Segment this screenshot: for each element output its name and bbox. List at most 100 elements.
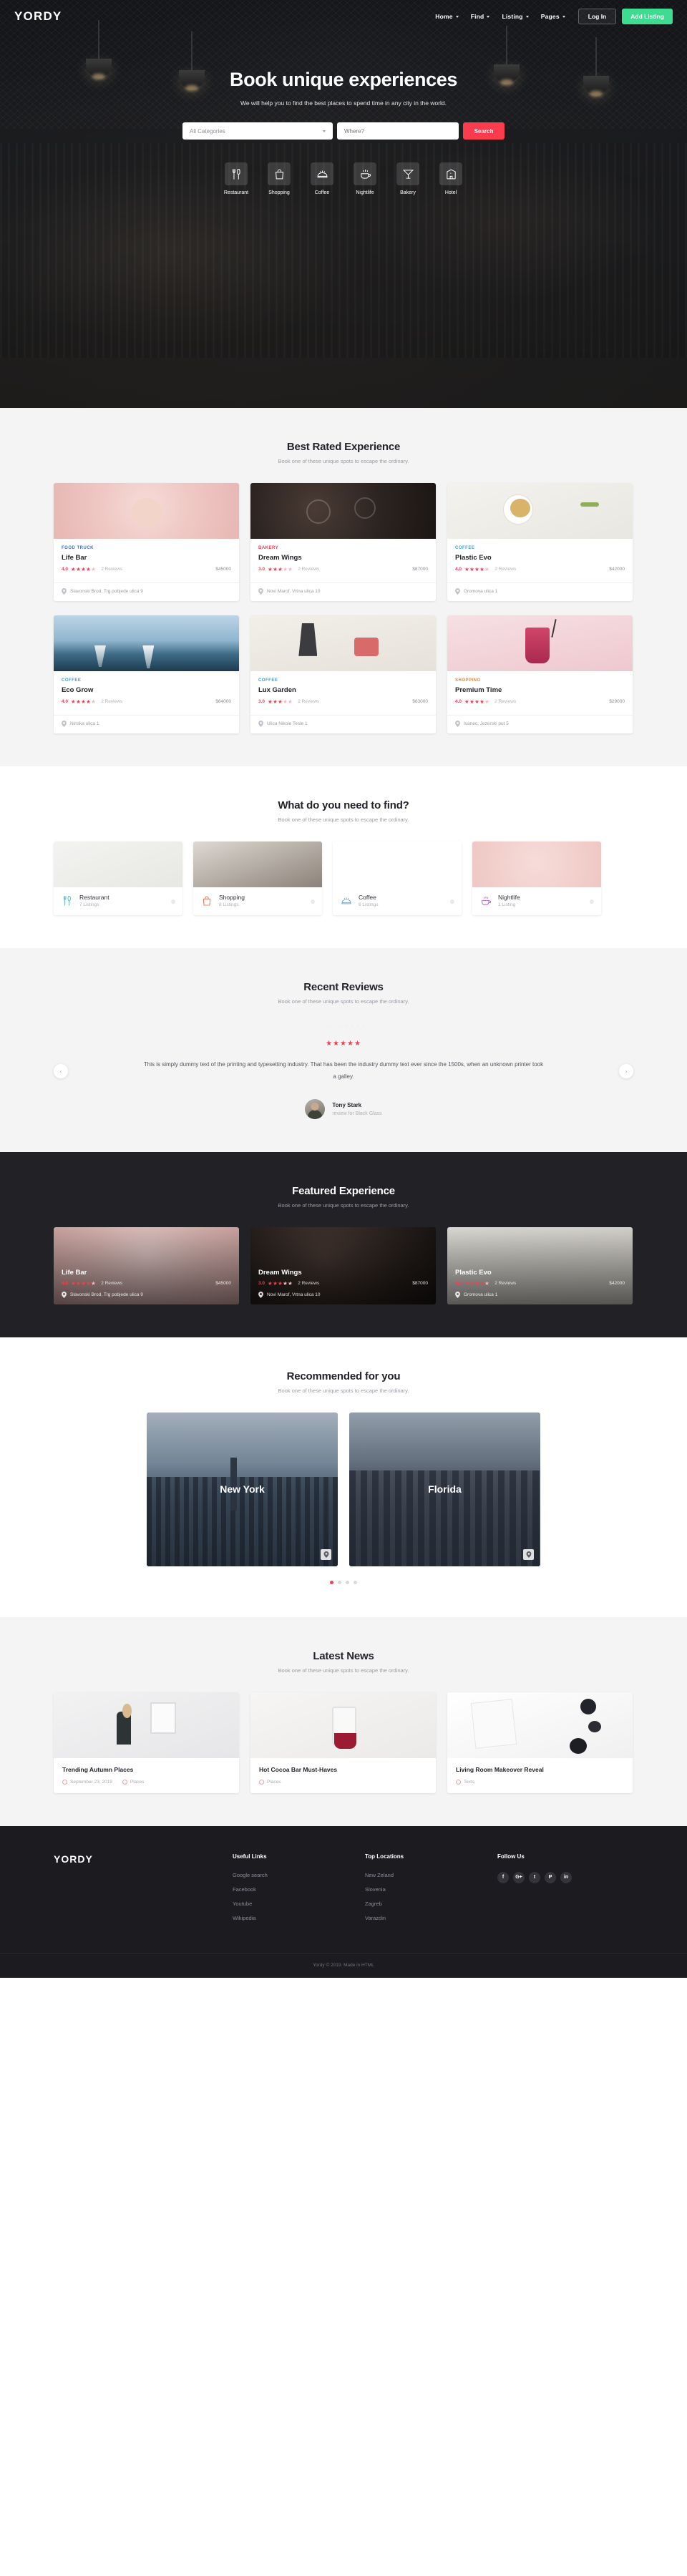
twitter-icon[interactable]: t bbox=[529, 1871, 540, 1883]
listing-stars: ★★★★★ bbox=[71, 566, 97, 572]
recommended-card-florida[interactable]: Florida bbox=[349, 1412, 540, 1566]
footer-link[interactable]: Facebook bbox=[233, 1886, 365, 1893]
featured-card[interactable]: Plastic Evo 4.0 ★★★★★ 2 Reviews $42000 G… bbox=[447, 1226, 633, 1304]
news-author-value: Places bbox=[130, 1779, 145, 1785]
footer-column-heading: Follow Us bbox=[497, 1853, 525, 1860]
category-card-coffee[interactable]: Coffee 6 Listings ◍ bbox=[333, 841, 462, 915]
featured-card[interactable]: Dream Wings 3.0 ★★★★★ 2 Reviews $87000 N… bbox=[250, 1226, 436, 1304]
category-card-nightlife[interactable]: Nightlife 1 Listing ◍ bbox=[472, 841, 601, 915]
nav-item-find[interactable]: Find bbox=[471, 13, 490, 20]
footer-link[interactable]: Zagreb bbox=[365, 1901, 497, 1907]
listing-name: Premium Time bbox=[455, 686, 502, 694]
category-card-badge-icon: ◍ bbox=[310, 899, 315, 904]
category-shortcut-hotel[interactable]: Hotel bbox=[434, 162, 467, 195]
shopping-bag-icon bbox=[268, 162, 291, 185]
category-card-restaurant[interactable]: Restaurant 7 Listings ◍ bbox=[54, 841, 182, 915]
carousel-prev-button[interactable]: ‹ bbox=[54, 1063, 68, 1078]
listing-card[interactable]: FOOD TRUCK Life Bar 4.0 ★★★★★ 2 Reviews … bbox=[54, 483, 239, 601]
listing-stars: ★★★★★ bbox=[464, 698, 490, 705]
footer-link[interactable]: Wikipedia bbox=[233, 1915, 365, 1921]
map-pin-icon bbox=[258, 721, 263, 727]
footer-link[interactable]: Youtube bbox=[233, 1901, 365, 1907]
category-shortcut-bakery[interactable]: Bakery bbox=[391, 162, 424, 195]
pinterest-icon[interactable]: P bbox=[545, 1871, 556, 1883]
category-shortcut-nightlife[interactable]: Nightlife bbox=[349, 162, 381, 195]
recommended-pin-button[interactable] bbox=[321, 1548, 331, 1560]
footer-link[interactable]: Google search bbox=[233, 1872, 365, 1878]
listing-card[interactable]: SHOPPING Premium Time 4.0 ★★★★★ 2 Review… bbox=[447, 615, 633, 733]
hero-subtitle: We will help you to find the best places… bbox=[240, 99, 447, 107]
category-shortcut-coffee[interactable]: Coffee bbox=[306, 162, 338, 195]
listing-image bbox=[250, 483, 436, 539]
news-card[interactable]: Hot Cocoa Bar Must-Haves Places bbox=[250, 1692, 436, 1793]
facebook-icon[interactable]: f bbox=[497, 1871, 509, 1883]
section-subtitle: Book one of these unique spots to escape… bbox=[278, 1387, 409, 1394]
hotel-building-icon bbox=[439, 162, 462, 185]
listing-card[interactable]: BAKERY Dream Wings 3.0 ★★★★★ 2 Reviews $… bbox=[250, 483, 436, 601]
listing-address: Ninska ulica 1 bbox=[70, 721, 99, 726]
listing-address: Ulica Nikole Tesle 1 bbox=[267, 721, 308, 726]
category-shortcut-restaurant[interactable]: Restaurant bbox=[220, 162, 253, 195]
linkedin-icon[interactable]: in bbox=[560, 1871, 572, 1883]
best-rated-section: Best Rated Experience Book one of these … bbox=[0, 408, 687, 766]
category-image bbox=[193, 841, 322, 887]
listing-card[interactable]: COFFEE Lux Garden 3.0 ★★★★★ 2 Reviews $6… bbox=[250, 615, 436, 733]
cocktail-glass-icon bbox=[396, 162, 419, 185]
pagination-dot[interactable] bbox=[330, 1580, 333, 1584]
featured-card[interactable]: Life Bar 4.0 ★★★★★ 2 Reviews $45000 Slav… bbox=[54, 1226, 239, 1304]
category-select[interactable]: All Categories bbox=[182, 122, 333, 140]
shopping-bag-icon bbox=[200, 894, 213, 907]
where-input[interactable] bbox=[337, 122, 459, 140]
listing-address: Ivanec, Jezerski put 5 bbox=[464, 721, 509, 726]
featured-name: Life Bar bbox=[62, 1268, 87, 1277]
add-listing-button[interactable]: Add Listing bbox=[622, 9, 673, 24]
category-card-shopping[interactable]: Shopping 8 Listings ◍ bbox=[193, 841, 322, 915]
news-card[interactable]: Living Room Makeover Reveal Texts bbox=[447, 1692, 633, 1793]
top-navigation: YORDY Home Find Listing Pages Log In Add… bbox=[0, 0, 687, 33]
nav-links: Home Find Listing Pages bbox=[435, 13, 565, 20]
listing-address: Slavonski Brod, Trg pobjede ulica 9 bbox=[70, 589, 143, 594]
recommended-pin-button[interactable] bbox=[523, 1548, 534, 1560]
page-root: YORDY Home Find Listing Pages Log In Add… bbox=[0, 0, 687, 1978]
listing-address: Gromova ulica 1 bbox=[464, 589, 498, 594]
category-shortcut-label: Coffee bbox=[314, 190, 330, 195]
featured-address: Slavonski Brod, Trg pobjede ulica 9 bbox=[70, 1292, 143, 1297]
category-shortcut-shopping[interactable]: Shopping bbox=[263, 162, 296, 195]
carousel-next-button[interactable]: › bbox=[619, 1063, 633, 1078]
nav-item-home[interactable]: Home bbox=[435, 13, 459, 20]
reviews-section: Recent Reviews Book one of these unique … bbox=[0, 948, 687, 1152]
pagination-dot[interactable] bbox=[354, 1580, 357, 1584]
listing-stars: ★★★★★ bbox=[268, 566, 293, 572]
nav-item-pages-label: Pages bbox=[540, 13, 560, 20]
nav-item-listing-label: Listing bbox=[502, 13, 523, 20]
login-button[interactable]: Log In bbox=[578, 9, 617, 24]
listing-category: COFFEE bbox=[455, 546, 475, 550]
tag-icon bbox=[259, 1779, 264, 1785]
news-card[interactable]: Trending Autumn Places September 23, 201… bbox=[54, 1692, 239, 1793]
footer-columns: YORDY Useful Links Google search Faceboo… bbox=[54, 1853, 633, 1929]
news-date-value: September 23, 2019 bbox=[70, 1779, 112, 1785]
search-button[interactable]: Search bbox=[463, 122, 505, 140]
listing-price: $87000 bbox=[412, 567, 428, 572]
listing-image bbox=[54, 483, 239, 539]
map-pin-icon bbox=[455, 588, 460, 595]
chevron-down-icon bbox=[525, 15, 529, 18]
pagination-dot[interactable] bbox=[346, 1580, 349, 1584]
review-text: This is simply dummy text of the printin… bbox=[143, 1061, 544, 1080]
pagination-dot[interactable] bbox=[338, 1580, 341, 1584]
nav-item-pages[interactable]: Pages bbox=[541, 13, 565, 20]
featured-reviews: 2 Reviews bbox=[494, 1280, 517, 1286]
listing-card[interactable]: COFFEE Plastic Evo 4.0 ★★★★★ 2 Reviews $… bbox=[447, 483, 633, 601]
recommended-card-new-york[interactable]: New York bbox=[147, 1412, 338, 1566]
footer-link[interactable]: Varazdin bbox=[365, 1915, 497, 1921]
chevron-down-icon bbox=[455, 15, 459, 18]
featured-reviews: 2 Reviews bbox=[298, 1280, 320, 1286]
footer-logo[interactable]: YORDY bbox=[54, 1853, 233, 1929]
footer-link[interactable]: Slovenia bbox=[365, 1886, 497, 1893]
nav-item-listing[interactable]: Listing bbox=[502, 13, 529, 20]
brand-logo[interactable]: YORDY bbox=[14, 9, 62, 24]
google-plus-icon[interactable]: G+ bbox=[513, 1871, 525, 1883]
listing-card[interactable]: COFFEE Eco Grow 4.0 ★★★★★ 2 Reviews $640… bbox=[54, 615, 239, 733]
listing-category: COFFEE bbox=[258, 678, 278, 683]
footer-link[interactable]: New Zeland bbox=[365, 1872, 497, 1878]
